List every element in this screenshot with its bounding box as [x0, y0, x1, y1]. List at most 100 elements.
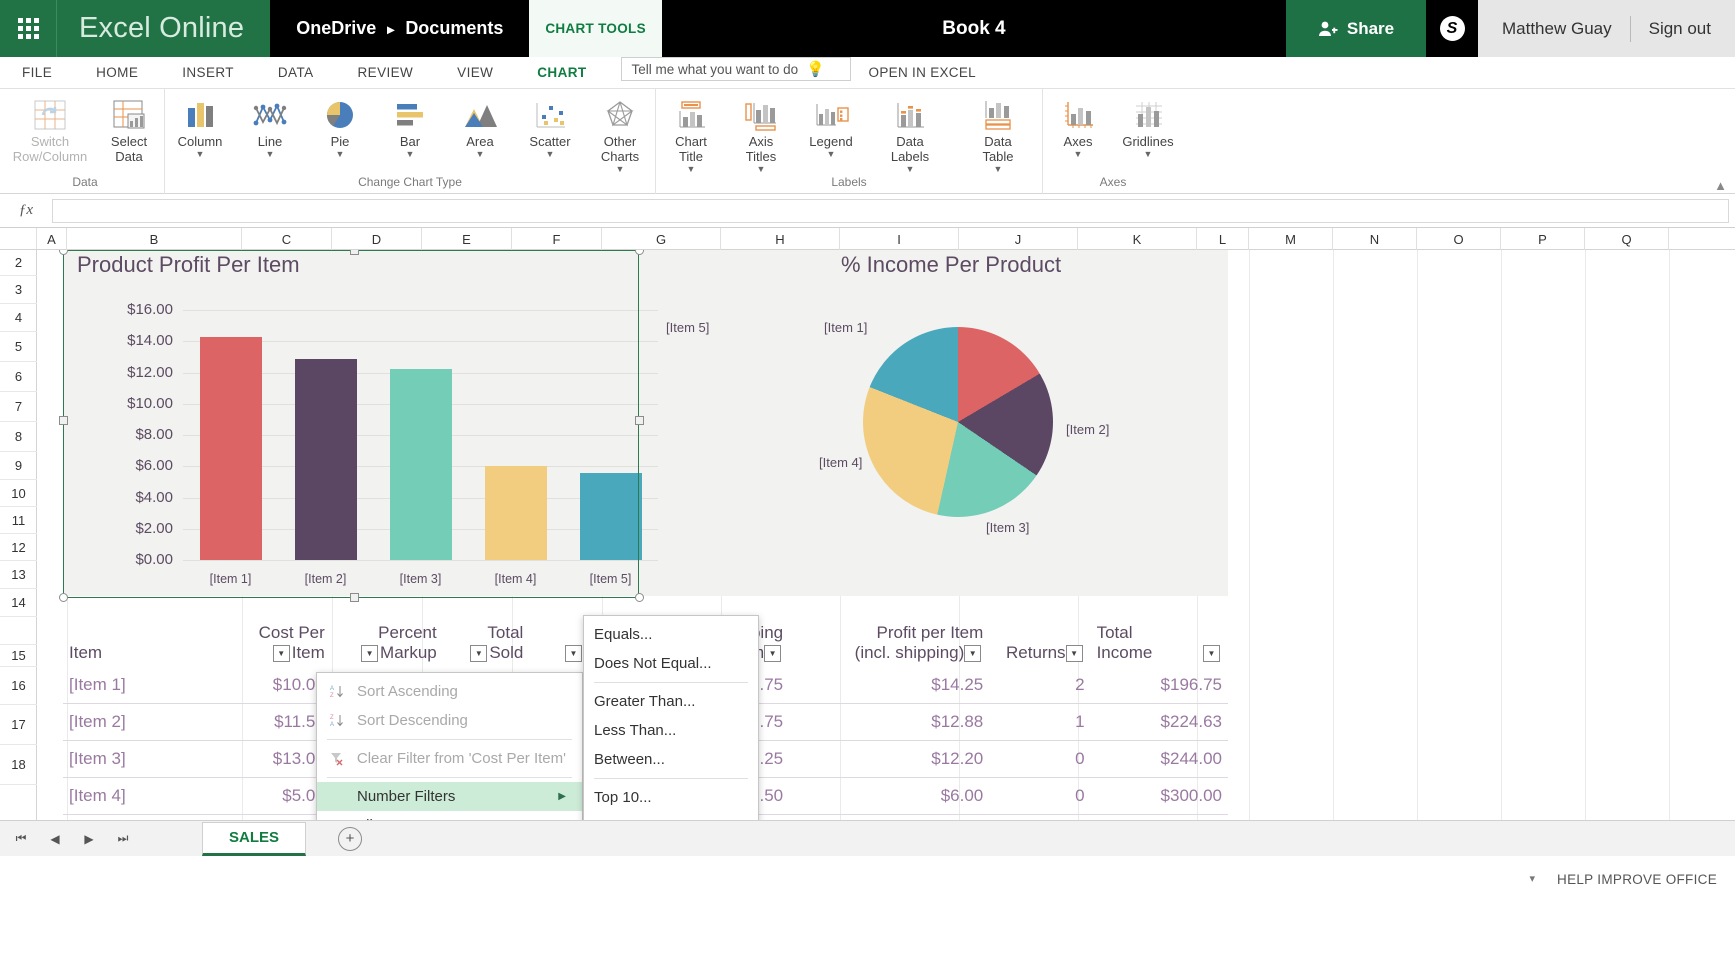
app-launcher-icon[interactable] [0, 0, 57, 57]
chevron-down-icon[interactable]: ▼ [476, 149, 485, 159]
function-icon[interactable]: ƒx [0, 202, 52, 219]
bar-chart-bar[interactable] [389, 369, 452, 560]
column-header-A[interactable]: A [37, 228, 67, 250]
row-header-13[interactable]: 13 [0, 561, 37, 589]
submenu-item-does-not-equal[interactable]: Does Not Equal... [584, 649, 758, 678]
tab-insert[interactable]: INSERT [160, 57, 256, 88]
submenu-item-greater-than[interactable]: Greater Than... [584, 687, 758, 716]
filter-button-returns[interactable]: ▼ [1065, 645, 1083, 663]
formula-input[interactable] [52, 198, 1729, 223]
cell-cost-per-item[interactable]: $13.00 [212, 740, 331, 778]
axis-titles-button[interactable]: Axis Titles ▼ [726, 89, 796, 174]
gridlines-button[interactable]: Gridlines ▼ [1113, 89, 1183, 159]
chevron-down-icon[interactable]: ▼ [406, 149, 415, 159]
help-improve-office-link[interactable]: HELP IMPROVE OFFICE [1557, 872, 1717, 887]
worksheet-grid[interactable]: Product Profit Per Item $16.00 $14.00 $12.… [37, 250, 1735, 820]
cell-item[interactable]: [Item 1] [63, 667, 213, 704]
cell-profit-per-item[interactable]: $6.00 [789, 777, 990, 815]
menu-item-number-filters[interactable]: Number Filters ▶ [317, 782, 582, 811]
column-header-D[interactable]: D [332, 228, 422, 250]
filter-button-profit-per-item[interactable]: ▼ [964, 645, 982, 663]
menu-item-filter[interactable]: Filter... [317, 811, 582, 820]
cell-profit-per-item[interactable]: $14.25 [789, 667, 990, 704]
submenu-item-between[interactable]: Between... [584, 745, 758, 774]
column-header-O[interactable]: O [1417, 228, 1501, 250]
filter-button-total-sold[interactable]: ▼ [470, 645, 488, 663]
filter-button-shipping-cost[interactable]: ▼ [764, 645, 782, 663]
column-chart-button[interactable]: Column ▼ [165, 89, 235, 159]
chart-resize-handle-mr[interactable] [635, 416, 644, 425]
collapse-ribbon-button[interactable]: ▲ [1714, 178, 1727, 193]
row-header-18[interactable]: 18 [0, 745, 37, 785]
select-all-corner[interactable] [0, 228, 37, 249]
submenu-item-top-10[interactable]: Top 10... [584, 783, 758, 812]
cell-returns[interactable]: 1 [989, 703, 1091, 741]
data-table-button[interactable]: Data Table ▼ [954, 89, 1042, 174]
cell-returns[interactable]: 0 [989, 777, 1091, 815]
column-header-G[interactable]: G [602, 228, 721, 250]
chart-resize-handle-tc[interactable] [350, 250, 359, 255]
chart-resize-handle-bc[interactable] [350, 593, 359, 602]
bar-chart[interactable]: Product Profit Per Item $16.00 $14.00 $12.… [63, 250, 658, 596]
column-header-L[interactable]: L [1197, 228, 1249, 250]
chevron-down-icon[interactable]: ▼ [827, 149, 836, 159]
bar-chart-bar[interactable] [484, 466, 547, 560]
submenu-item-less-than[interactable]: Less Than... [584, 716, 758, 745]
menu-item-sort-ascending[interactable]: A Z Sort Ascending [317, 677, 582, 706]
tell-me-search[interactable]: Tell me what you want to do 💡 [620, 57, 851, 81]
chart-resize-handle-br[interactable] [635, 593, 644, 602]
tab-data[interactable]: DATA [256, 57, 336, 88]
cell-total-income[interactable]: $244.00 [1090, 740, 1228, 778]
skype-button[interactable]: S [1426, 0, 1478, 57]
row-header-10[interactable]: 10 [0, 480, 37, 507]
number-filters-submenu[interactable]: Equals... Does Not Equal... Greater Than… [583, 615, 759, 820]
other-charts-button[interactable]: Other Charts ▼ [585, 89, 655, 174]
row-header-8[interactable]: 8 [0, 422, 37, 452]
menu-item-clear-filter[interactable]: Clear Filter from 'Cost Per Item' [317, 744, 582, 773]
row-header-15[interactable]: 15 [0, 645, 37, 667]
chevron-down-icon[interactable]: ▼ [196, 149, 205, 159]
column-header-K[interactable]: K [1078, 228, 1197, 250]
row-header-14[interactable]: 14 [0, 589, 37, 617]
line-chart-button[interactable]: Line ▼ [235, 89, 305, 159]
pie-chart-button[interactable]: Pie ▼ [305, 89, 375, 159]
filter-button-total-revenue[interactable]: ▼ [564, 645, 582, 663]
filter-button-total-income[interactable]: ▼ [1203, 644, 1220, 662]
cell-total-income[interactable]: $300.00 [1090, 777, 1228, 815]
chevron-down-icon[interactable]: ▼ [1144, 149, 1153, 159]
filter-button-cost-per-item[interactable]: ▼ [272, 645, 290, 663]
axes-button[interactable]: Axes ▼ [1043, 89, 1113, 159]
switch-row-column-button[interactable]: Switch Row/Column [6, 89, 94, 164]
chevron-down-icon[interactable]: ▼ [1074, 149, 1083, 159]
tab-file[interactable]: FILE [0, 57, 74, 88]
chevron-down-icon[interactable]: ▼ [266, 149, 275, 159]
row-header-3[interactable]: 3 [0, 276, 37, 304]
row-header-6[interactable]: 6 [0, 362, 37, 392]
column-header-M[interactable]: M [1249, 228, 1333, 250]
column-header-C[interactable]: C [242, 228, 332, 250]
filter-context-menu[interactable]: A Z Sort Ascending Z A Sort Descending C… [316, 672, 583, 820]
chevron-down-icon[interactable]: ▼ [546, 149, 555, 159]
share-button[interactable]: Share [1286, 0, 1426, 57]
chevron-down-icon[interactable]: ▼ [336, 149, 345, 159]
tab-view[interactable]: VIEW [435, 57, 515, 88]
tab-home[interactable]: HOME [74, 57, 160, 88]
tab-review[interactable]: REVIEW [336, 57, 436, 88]
chart-resize-handle-ml[interactable] [59, 416, 68, 425]
column-header-B[interactable]: B [67, 228, 242, 250]
status-caret-icon[interactable]: ▾ [1529, 872, 1535, 885]
cell-returns[interactable]: 2 [989, 667, 1091, 704]
row-header-blank[interactable] [0, 617, 37, 645]
add-sheet-button[interactable]: + [338, 826, 363, 851]
cell-profit-per-item[interactable]: $12.20 [789, 740, 990, 778]
breadcrumb-leaf[interactable]: Documents [405, 18, 503, 38]
bar-chart-button[interactable]: Bar ▼ [375, 89, 445, 159]
nav-first-sheet-button[interactable]: ⏮ [6, 824, 36, 854]
row-header-7[interactable]: 7 [0, 392, 37, 422]
row-header-4[interactable]: 4 [0, 304, 37, 332]
bar-chart-bar[interactable] [579, 472, 642, 560]
row-header-2[interactable]: 2 [0, 250, 37, 276]
column-header-F[interactable]: F [512, 228, 602, 250]
row-header-17[interactable]: 17 [0, 705, 37, 745]
cell-cost-per-item[interactable]: $5.00 [212, 777, 331, 815]
